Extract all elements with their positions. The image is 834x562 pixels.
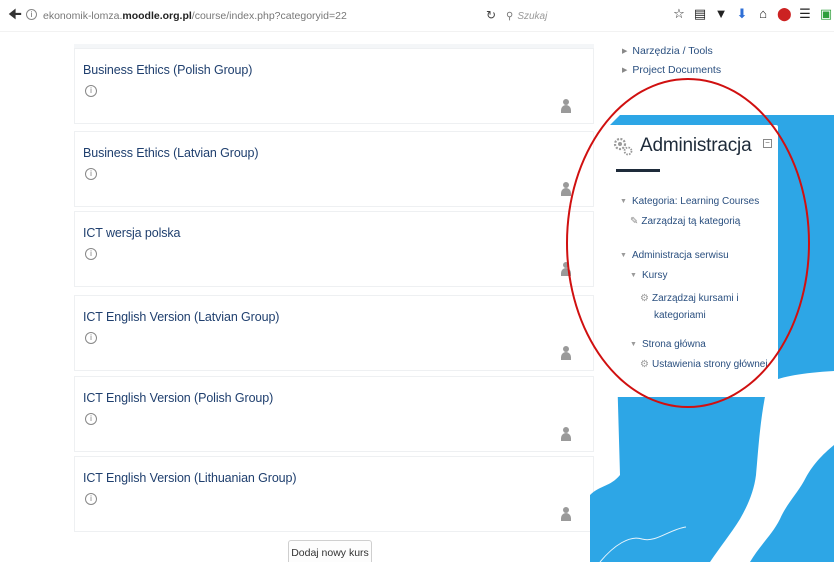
nav-link-project-documents[interactable]: ▶ Project Documents [622,61,721,80]
tree-item-site-admin[interactable]: ▼ Administracja serwisu [620,250,729,261]
tree-item-label: Kursy [641,270,668,281]
gear-icon: ⚙ [640,293,649,304]
navigation-links: ▶ Narzędzia / Tools ▶ Project Documents [622,42,721,80]
browser-toolbar: 🠈 i ekonomik-lomza.moodle.org.pl/course/… [0,0,834,32]
expand-triangle-icon: ▶ [622,67,628,74]
teacher-icon[interactable] [561,262,571,276]
search-input[interactable]: ⚲ Szukaj [506,8,596,24]
course-card: Business Ethics (Polish Group) i [74,48,594,124]
url-bar[interactable]: ekonomik-lomza.moodle.org.pl/course/inde… [43,10,347,22]
teacher-icon[interactable] [561,99,571,113]
course-card: ICT wersja polska i [74,211,594,287]
teacher-icon[interactable] [561,182,571,196]
administration-block: Administracja − ▼ Kategoria: Learning Cou… [608,125,778,397]
reload-icon[interactable]: ↻ [486,8,496,22]
home-icon[interactable]: ⌂ [756,6,770,22]
url-prefix: ekonomik-lomza. [43,10,123,22]
menu-icon[interactable]: ☰ [798,6,812,22]
title-underline [616,169,660,172]
nav-link-label: Narzędzia / Tools [632,45,713,57]
url-path: /course/index.php?categoryid=22 [191,10,347,22]
tree-item-label: Kategoria: Learning Courses [631,196,760,207]
tree-item-manage-courses[interactable]: ⚙ Zarządzaj kursami i kategoriami [640,290,739,324]
reading-list-icon[interactable]: ▤ [693,6,707,22]
download-icon[interactable]: ⬇ [735,6,749,22]
gear-icon: ⚙ [640,359,649,370]
nav-link-label: Project Documents [632,64,722,76]
tree-item-label: Zarządzaj tą kategorią [641,216,741,227]
course-list: Business Ethics (Polish Group) i Busines… [74,36,606,562]
tree-item-manage-category[interactable]: ✎ Zarządzaj tą kategorią [630,216,740,227]
course-card: ICT English Version (Polish Group) i [74,376,594,452]
info-icon[interactable]: i [85,493,97,505]
course-title-link[interactable]: Business Ethics (Polish Group) [83,63,252,77]
course-title-link[interactable]: ICT English Version (Latvian Group) [83,310,279,324]
course-title-link[interactable]: ICT wersja polska [83,226,181,240]
extension-icon[interactable]: ▣ [819,6,833,22]
info-icon[interactable]: i [85,332,97,344]
caret-down-icon: ▼ [630,272,637,279]
tree-item-label: Administracja serwisu [631,250,729,261]
adblock-icon[interactable]: ⬤ [777,6,792,22]
add-course-button[interactable]: Dodaj nowy kurs [288,540,372,562]
url-domain: moodle.org.pl [122,10,192,22]
teacher-icon[interactable] [561,507,571,521]
tree-item-label-cont: kategoriami [654,310,706,321]
page: 🠈 i ekonomik-lomza.moodle.org.pl/course/… [0,0,834,562]
expand-triangle-icon: ▶ [622,48,628,55]
tree-item-category[interactable]: ▼ Kategoria: Learning Courses [620,196,759,207]
info-icon[interactable]: i [26,9,37,20]
teacher-icon[interactable] [561,346,571,360]
search-icon: ⚲ [506,10,514,22]
info-icon[interactable]: i [85,248,97,260]
back-arrow-icon[interactable]: 🠈 [8,7,22,23]
admin-title: Administracja [640,135,752,156]
tree-item-label: Ustawienia strony głównej [651,359,768,370]
bookmark-star-icon[interactable]: ☆ [672,6,686,22]
info-icon[interactable]: i [85,85,97,97]
course-card: Business Ethics (Latvian Group) i [74,131,594,207]
course-title-link[interactable]: Business Ethics (Latvian Group) [83,146,259,160]
course-card: ICT English Version (Latvian Group) i [74,295,594,371]
teacher-icon[interactable] [561,427,571,441]
info-icon[interactable]: i [85,413,97,425]
tree-item-label: Zarządzaj kursami i [651,293,739,304]
caret-down-icon: ▼ [620,252,627,259]
tree-item-front-page-settings[interactable]: ⚙ Ustawienia strony głównej [640,359,768,370]
tree-item-label: Strona główna [641,339,706,350]
pencil-icon: ✎ [630,216,639,227]
tree-item-courses[interactable]: ▼ Kursy [630,270,668,281]
nav-link-tools[interactable]: ▶ Narzędzia / Tools [622,42,721,61]
caret-down-icon: ▼ [620,198,627,205]
course-title-link[interactable]: ICT English Version (Lithuanian Group) [83,471,297,485]
tree-item-front-page[interactable]: ▼ Strona główna [630,339,706,350]
search-placeholder: Szukaj [517,10,548,22]
info-icon[interactable]: i [85,168,97,180]
course-title-link[interactable]: ICT English Version (Polish Group) [83,391,273,405]
collapse-block-icon[interactable]: − [763,139,772,148]
caret-down-icon: ▼ [630,341,637,348]
admin-header: Administracja [612,135,752,157]
pocket-icon[interactable]: ▼ [714,6,728,22]
course-card: ICT English Version (Lithuanian Group) i [74,456,594,532]
gears-icon [613,137,633,156]
toolbar-icons: ☆ ▤ ▼ ⬇ ⌂ ⬤ ☰ ▣ [672,6,833,22]
